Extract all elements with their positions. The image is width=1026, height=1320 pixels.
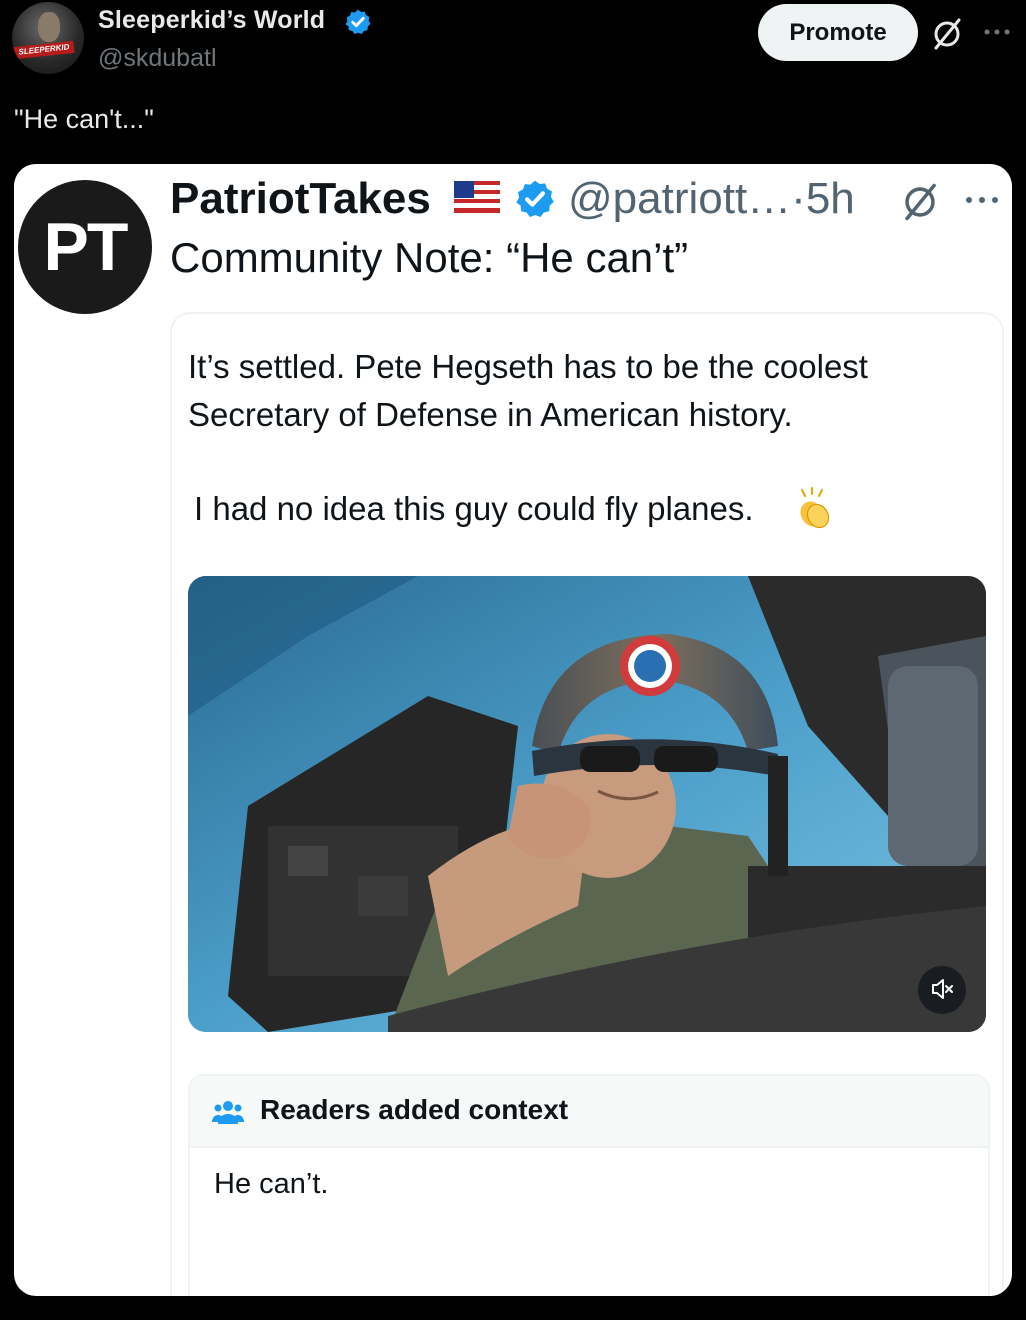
- avatar-logo-text: SLEEPERKID: [13, 40, 75, 60]
- community-note-title: Readers added context: [260, 1094, 569, 1125]
- clap-icon: [800, 487, 830, 529]
- community-note-body: He can’t.: [214, 1168, 329, 1200]
- more-icon[interactable]: [962, 190, 1002, 210]
- avatar-initials: PT: [43, 209, 129, 285]
- community-note-header: Readers added context: [190, 1076, 988, 1148]
- embedded-quote[interactable]: It’s settled. Pete Hegseth has to be the…: [170, 312, 1004, 1296]
- community-note[interactable]: Readers added context He can’t.: [188, 1074, 990, 1296]
- tweet-text: "He can't...": [14, 104, 154, 134]
- promote-button[interactable]: Promote: [758, 4, 918, 61]
- author-name[interactable]: Sleeperkid’s World: [98, 6, 325, 35]
- quote-text-line: It’s settled. Pete Hegseth has to be the…: [188, 348, 868, 385]
- author-handle[interactable]: @skdubatl: [98, 44, 217, 73]
- quoted-handle-time[interactable]: @patriott…·5h: [568, 174, 855, 224]
- quoted-tweet-text: Community Note: “He can’t”: [170, 234, 689, 281]
- mute-icon: [932, 978, 953, 999]
- grok-icon[interactable]: [900, 182, 940, 222]
- quoted-tweet-card[interactable]: PT PatriotTakes @patriott…·5h Community …: [14, 164, 1012, 1296]
- verified-badge-icon: [516, 180, 554, 218]
- avatar-face: [38, 12, 60, 42]
- more-icon[interactable]: [982, 22, 1012, 42]
- video-player[interactable]: [188, 576, 986, 1032]
- video-frame-image: [188, 576, 986, 1032]
- people-icon: [212, 1101, 244, 1124]
- grok-icon[interactable]: [930, 17, 964, 51]
- us-flag-icon: [454, 181, 500, 213]
- mute-button[interactable]: [918, 966, 966, 1014]
- verified-badge-icon: [345, 9, 371, 35]
- author-avatar[interactable]: SLEEPERKID: [12, 2, 84, 74]
- quote-text-line: Secretary of Defense in American history…: [188, 396, 793, 433]
- quote-text-line: I had no idea this guy could fly planes.: [194, 490, 754, 527]
- quoted-author-name[interactable]: PatriotTakes: [170, 174, 431, 224]
- outer-tweet-header: SLEEPERKID Sleeperkid’s World @skdubatl …: [0, 0, 1026, 80]
- quoted-author-avatar[interactable]: PT: [18, 180, 152, 314]
